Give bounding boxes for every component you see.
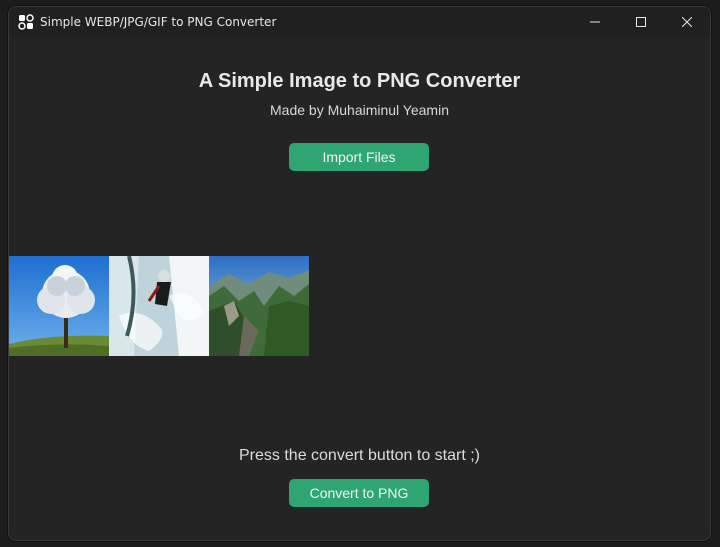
- app-heading: A Simple Image to PNG Converter: [198, 70, 521, 92]
- app-window: Simple WEBP/JPG/GIF to PNG Converter A S…: [8, 6, 711, 541]
- maximize-button[interactable]: [618, 7, 664, 37]
- thumbnail-tree: [9, 256, 109, 356]
- close-button[interactable]: [664, 7, 710, 37]
- import-files-button[interactable]: Import Files: [289, 143, 429, 171]
- status-message: Press the convert button to start ;): [239, 447, 480, 464]
- title-bar[interactable]: Simple WEBP/JPG/GIF to PNG Converter: [9, 7, 710, 37]
- thumbnail-waterfall: [109, 256, 209, 356]
- convert-to-png-button[interactable]: Convert to PNG: [289, 479, 429, 507]
- close-icon: [682, 17, 692, 27]
- thumbnail-mountain-valley: [209, 256, 309, 356]
- image-thumbnails: [9, 256, 309, 356]
- author-credit: Made by Muhaiminul Yeamin: [270, 102, 449, 118]
- minimize-icon: [590, 21, 600, 23]
- app-icon: [18, 14, 34, 30]
- maximize-icon: [636, 17, 646, 27]
- window-title: Simple WEBP/JPG/GIF to PNG Converter: [40, 15, 277, 29]
- minimize-button[interactable]: [572, 7, 618, 37]
